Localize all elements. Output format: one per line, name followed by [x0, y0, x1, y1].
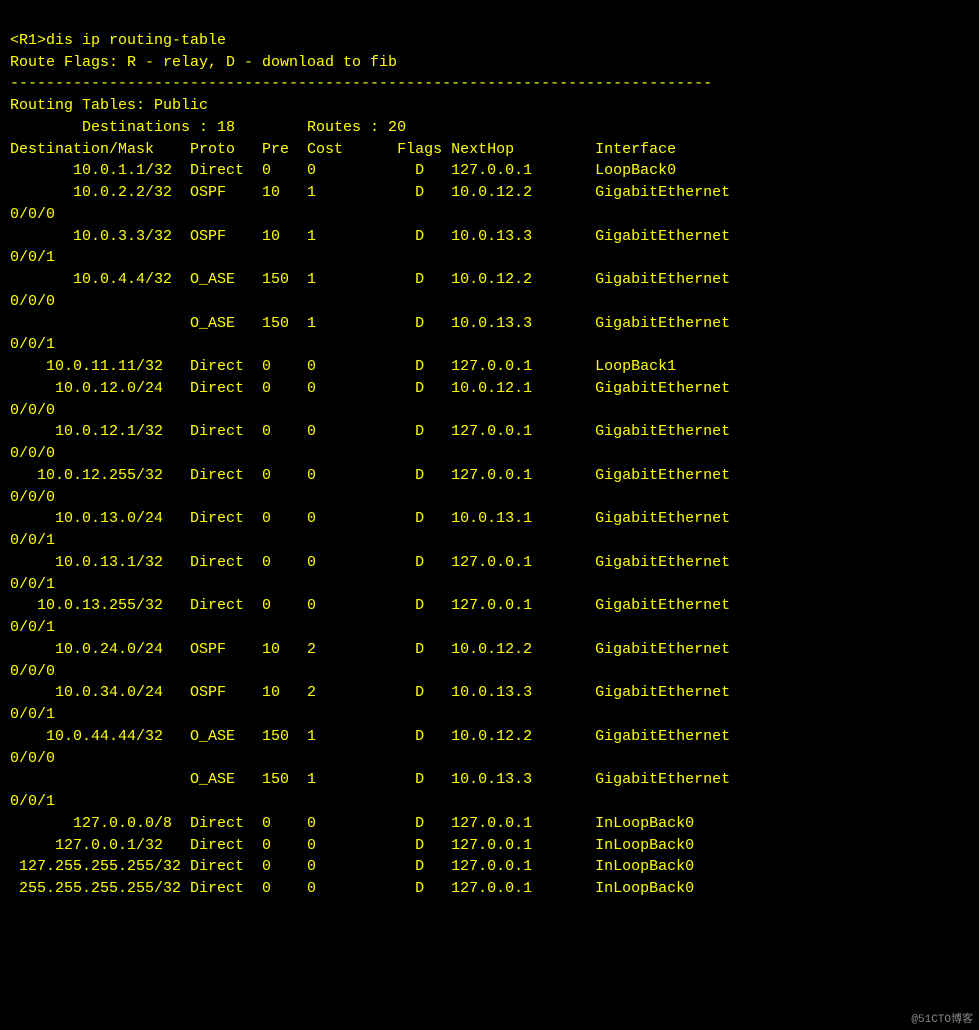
terminal-line: 10.0.11.11/32 Direct 0 0 D 127.0.0.1 Loo… [10, 356, 969, 378]
terminal-line: 10.0.2.2/32 OSPF 10 1 D 10.0.12.2 Gigabi… [10, 182, 969, 204]
terminal-line: 10.0.3.3/32 OSPF 10 1 D 10.0.13.3 Gigabi… [10, 226, 969, 248]
terminal-line: Routing Tables: Public [10, 95, 969, 117]
terminal-line: 10.0.12.0/24 Direct 0 0 D 10.0.12.1 Giga… [10, 378, 969, 400]
terminal-line: Destination/Mask Proto Pre Cost Flags Ne… [10, 139, 969, 161]
terminal-line: 10.0.34.0/24 OSPF 10 2 D 10.0.13.3 Gigab… [10, 682, 969, 704]
terminal-line: 0/0/0 [10, 748, 969, 770]
terminal-line: 10.0.1.1/32 Direct 0 0 D 127.0.0.1 LoopB… [10, 160, 969, 182]
terminal-line: 0/0/0 [10, 400, 969, 422]
terminal-line: 0/0/1 [10, 791, 969, 813]
terminal-line: O_ASE 150 1 D 10.0.13.3 GigabitEthernet [10, 769, 969, 791]
terminal-line: 10.0.13.255/32 Direct 0 0 D 127.0.0.1 Gi… [10, 595, 969, 617]
terminal-line: 10.0.4.4/32 O_ASE 150 1 D 10.0.12.2 Giga… [10, 269, 969, 291]
terminal-line: 0/0/0 [10, 661, 969, 683]
terminal-line: 10.0.24.0/24 OSPF 10 2 D 10.0.12.2 Gigab… [10, 639, 969, 661]
terminal-line: 10.0.12.1/32 Direct 0 0 D 127.0.0.1 Giga… [10, 421, 969, 443]
terminal-line: 10.0.44.44/32 O_ASE 150 1 D 10.0.12.2 Gi… [10, 726, 969, 748]
terminal-line: 0/0/0 [10, 487, 969, 509]
terminal-line: 10.0.13.0/24 Direct 0 0 D 10.0.13.1 Giga… [10, 508, 969, 530]
terminal-line: O_ASE 150 1 D 10.0.13.3 GigabitEthernet [10, 313, 969, 335]
terminal-line: <R1>dis ip routing-table [10, 30, 969, 52]
terminal-line: 10.0.12.255/32 Direct 0 0 D 127.0.0.1 Gi… [10, 465, 969, 487]
terminal-output: <R1>dis ip routing-tableRoute Flags: R -… [10, 8, 969, 900]
terminal-line: 0/0/0 [10, 291, 969, 313]
terminal-line: 127.255.255.255/32 Direct 0 0 D 127.0.0.… [10, 856, 969, 878]
terminal-line: Route Flags: R - relay, D - download to … [10, 52, 969, 74]
terminal-line: 0/0/1 [10, 617, 969, 639]
terminal-line: ----------------------------------------… [10, 73, 969, 95]
terminal-line: 127.0.0.0/8 Direct 0 0 D 127.0.0.1 InLoo… [10, 813, 969, 835]
terminal-line: 0/0/1 [10, 704, 969, 726]
terminal-line: 0/0/1 [10, 334, 969, 356]
watermark: @51CTO博客 [911, 1010, 973, 1026]
terminal-line: 0/0/1 [10, 530, 969, 552]
terminal-line: 0/0/0 [10, 443, 969, 465]
terminal-line: 127.0.0.1/32 Direct 0 0 D 127.0.0.1 InLo… [10, 835, 969, 857]
terminal-line: 0/0/0 [10, 204, 969, 226]
terminal-line: 10.0.13.1/32 Direct 0 0 D 127.0.0.1 Giga… [10, 552, 969, 574]
terminal-line: Destinations : 18 Routes : 20 [10, 117, 969, 139]
terminal-line: 0/0/1 [10, 574, 969, 596]
terminal-line: 255.255.255.255/32 Direct 0 0 D 127.0.0.… [10, 878, 969, 900]
terminal-line: 0/0/1 [10, 247, 969, 269]
